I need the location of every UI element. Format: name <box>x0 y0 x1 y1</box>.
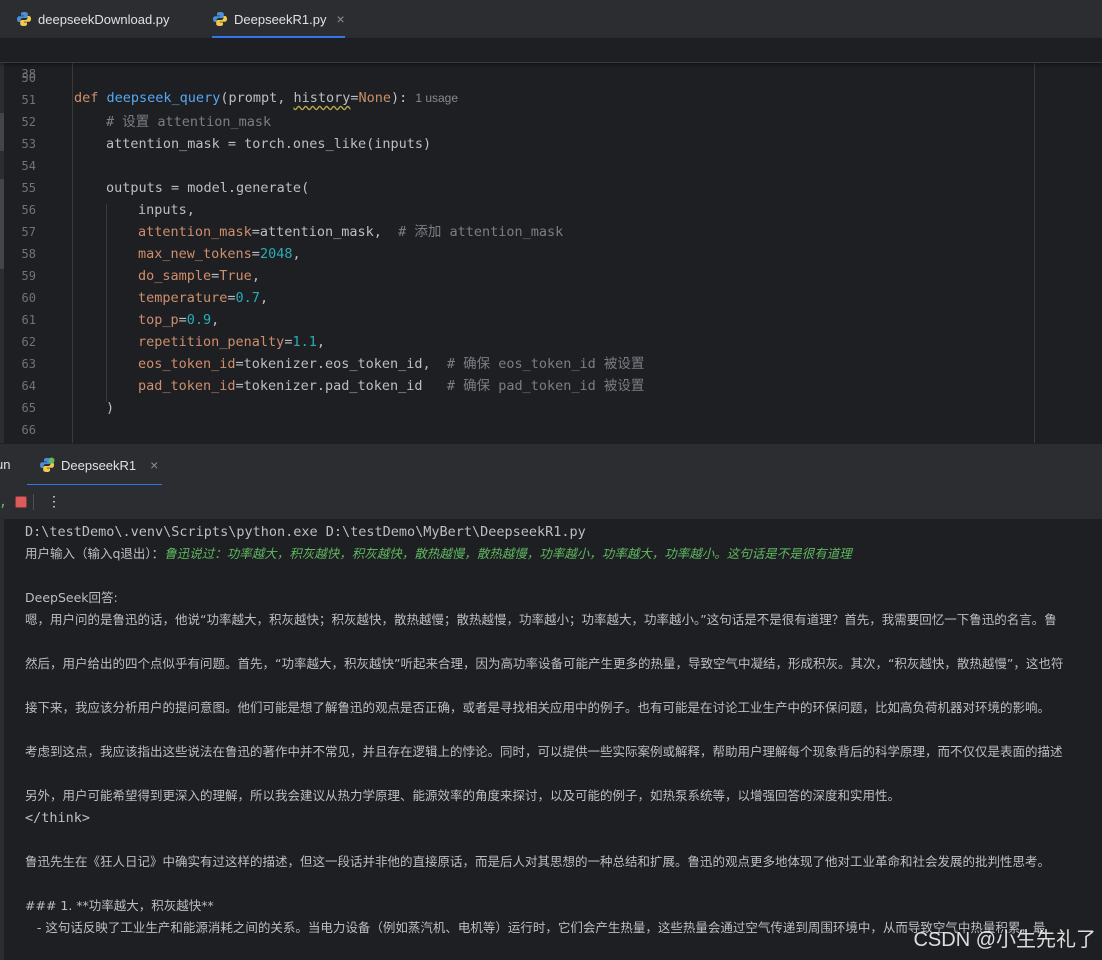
answer-paragraph: 然后，用户给出的四个点似乎有问题。首先，“功率越大，积灰越快”听起来合理，因为高… <box>25 656 1064 671</box>
answer-paragraph: 另外，用户可能希望得到更深入的理解，所以我会建议从热力学原理、能源效率的角度来探… <box>25 788 901 803</box>
code-comment: # 设置 attention_mask <box>106 114 272 130</box>
run-tab-label: DeepseekR1 <box>61 457 137 473</box>
code-text: = <box>178 312 187 328</box>
line-number: 61 <box>21 313 36 327</box>
code-text: inputs, <box>138 202 195 218</box>
console-output[interactable]: D:\testDemo\.venv\Scripts\python.exe D:\… <box>0 519 1102 960</box>
line-number: 57 <box>21 225 36 239</box>
code-comment: # 确保 eos_token_id 被设置 <box>430 356 645 372</box>
code-text: , <box>292 246 301 262</box>
code-text: = <box>227 290 236 306</box>
line-number: 55 <box>21 181 36 195</box>
python-file-icon <box>17 12 31 26</box>
console-input-line: 用户输入（输入q退出）：鲁迅说过：功率越大，积灰越快，积灰越快，散热越慢，散热越… <box>25 543 1102 565</box>
line-number: 59 <box>21 269 36 283</box>
code-comment: # 确保 pad_token_id 被设置 <box>422 378 645 394</box>
run-tool-window-header: un DeepseekR1 × <box>0 443 1102 486</box>
line-number: 66 <box>21 423 36 437</box>
line-number: 54 <box>21 159 36 173</box>
tab-deepseekr1[interactable]: DeepseekR1.py × <box>212 0 345 38</box>
run-toolbar: , ⋮ <box>0 485 1102 520</box>
line-number: 63 <box>21 357 36 371</box>
stop-button[interactable] <box>12 493 30 511</box>
code-text: outputs = model.generate( <box>106 180 310 196</box>
code-text: , <box>251 268 260 284</box>
kwarg-name: pad_token_id <box>138 378 236 394</box>
console-gutter <box>0 519 4 960</box>
tab-label: DeepseekR1.py <box>234 11 327 27</box>
answer-paragraph: 考虑到这点，我应该指出这些说法在鲁迅的著作中并不常见，并且存在逻辑上的悖论。同时… <box>25 744 1063 759</box>
answer-header: DeepSeek回答: <box>25 590 118 605</box>
more-options-icon[interactable]: ⋮ <box>45 493 63 511</box>
number-literal: 0.7 <box>235 290 260 306</box>
code-text: , <box>316 334 325 350</box>
user-input: 鲁迅说过：功率越大，积灰越快，积灰越快，散热越慢，散热越慢，功率越小，功率越大，… <box>164 546 852 561</box>
code-text: = <box>251 246 260 262</box>
close-icon[interactable]: × <box>150 457 158 473</box>
tab-run-deepseekr1[interactable]: DeepseekR1 × <box>27 444 162 486</box>
line-number: 60 <box>21 291 36 305</box>
think-end-tag: </think> <box>25 810 91 826</box>
code-text: ) <box>106 400 115 416</box>
code-text: , <box>259 290 269 306</box>
close-icon[interactable]: × <box>337 11 345 27</box>
line-number: 62 <box>21 335 36 349</box>
number-literal: 1.1 <box>292 334 317 350</box>
keyword: def <box>74 90 99 106</box>
usage-hint[interactable]: 1 usage <box>415 91 458 105</box>
sticky-scope-header[interactable]: 38 def deepseek_query(prompt, history=No… <box>0 38 1102 106</box>
kwarg-name: repetition_penalty <box>138 334 285 350</box>
kwarg-name: top_p <box>138 312 179 328</box>
toolbar-divider <box>33 494 34 510</box>
kwarg-name: max_new_tokens <box>138 246 252 262</box>
editor-tab-bar: deepseekDownload.py DeepseekR1.py × <box>0 0 1102 39</box>
code-text: =tokenizer.eos_token_id, <box>235 356 431 372</box>
python-file-icon <box>213 12 227 26</box>
line-number: 53 <box>21 137 36 151</box>
code-text: attention_mask = torch.ones_like(inputs) <box>106 136 432 152</box>
number-literal: 0.9 <box>186 312 212 328</box>
line-number: 56 <box>21 203 36 217</box>
answer-heading: ### 1. **功率越大，积灰越快** <box>25 898 214 913</box>
kwarg-name: eos_token_id <box>138 356 236 372</box>
code-text: = <box>350 90 359 106</box>
kwarg-name: do_sample <box>138 268 212 284</box>
answer-paragraph: 接下来，我应该分析用户的提问意图。他们可能是想了解鲁迅的观点是否正确，或者是寻找… <box>25 700 1051 715</box>
tab-deepseekdownload[interactable]: deepseekDownload.py <box>16 0 170 38</box>
line-number: 38 <box>21 67 36 81</box>
kwarg-name: temperature <box>138 290 228 306</box>
line-number: 65 <box>21 401 36 415</box>
keyword: None <box>358 90 392 106</box>
tab-label: deepseekDownload.py <box>38 11 170 27</box>
function-name: deepseek_query <box>106 90 221 106</box>
rerun-button[interactable]: , <box>0 493 12 511</box>
code-text: =attention_mask, <box>251 224 382 240</box>
code-editor[interactable]: 38 def deepseek_query(prompt, history=No… <box>0 38 1102 443</box>
line-number: 64 <box>21 379 36 393</box>
keyword: True <box>219 268 252 284</box>
line-number: 58 <box>21 247 36 261</box>
stop-icon <box>15 496 27 508</box>
kwarg-name: attention_mask <box>138 224 252 240</box>
answer-paragraph: 嗯，用户问的是鲁迅的话，他说“功率越大，积灰越快；积灰越快，散热越慢；散热越慢，… <box>25 612 1057 627</box>
code-text: , <box>211 312 220 328</box>
console-command: D:\testDemo\.venv\Scripts\python.exe D:\… <box>25 524 586 540</box>
prompt-label: 用户输入（输入q退出）： <box>25 546 165 561</box>
csdn-watermark: CSDN @小生先礼了 <box>913 929 1096 951</box>
code-text: =tokenizer.pad_token_id <box>235 378 423 394</box>
python-run-icon <box>40 457 55 472</box>
number-literal: 2048 <box>259 246 293 262</box>
code-comment: # 添加 attention_mask <box>381 224 564 240</box>
code-text: (prompt, <box>220 90 294 106</box>
run-window-title: un <box>0 457 11 472</box>
param-history: history <box>293 90 351 106</box>
code-text: ): <box>391 90 408 106</box>
answer-paragraph: 鲁迅先生在《狂人日记》中确实有过这样的描述，但这一段话并非他的直接原话，而是后人… <box>25 854 1051 869</box>
